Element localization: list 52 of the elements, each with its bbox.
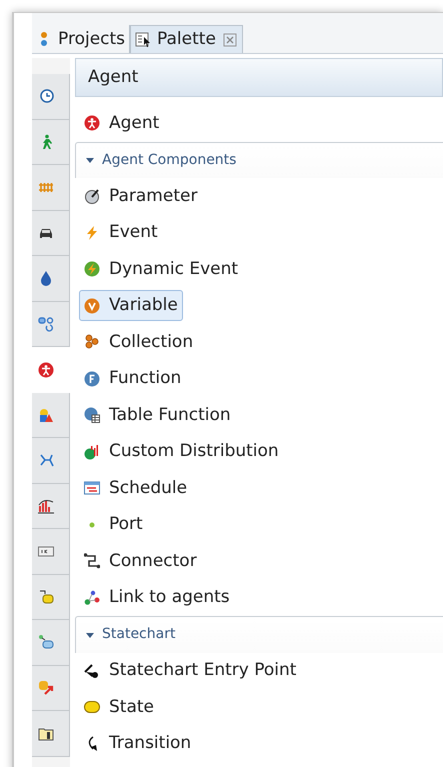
drop-icon: [38, 270, 54, 286]
state-icon: [84, 699, 100, 716]
close-icon[interactable]: [222, 32, 238, 48]
category-header[interactable]: Agent: [75, 58, 443, 97]
sidebar-button[interactable]: [32, 210, 70, 256]
panel-tab[interactable]: Palette: [130, 25, 243, 53]
agent-icon: [84, 115, 100, 132]
palette-item[interactable]: Parameter: [79, 180, 202, 212]
palette-icon: [135, 32, 152, 48]
palette-item[interactable]: Function: [79, 363, 186, 394]
palette-item[interactable]: Schedule: [79, 472, 192, 504]
palette-item[interactable]: Statechart Entry Point: [79, 655, 302, 686]
palette-item[interactable]: Table Function: [79, 400, 236, 431]
sidebar-button[interactable]: [32, 711, 70, 756]
palette-item[interactable]: Agent: [79, 108, 164, 139]
section-header[interactable]: Agent Components: [75, 142, 443, 178]
pipe-icon: [38, 316, 54, 332]
palette-item[interactable]: Port: [79, 509, 148, 540]
f-icon: [84, 370, 100, 387]
palette-item[interactable]: Connector: [79, 546, 202, 577]
gauge-icon: [84, 188, 100, 204]
rounded-shape-icon: [38, 588, 54, 605]
network-icon: [38, 452, 54, 468]
palette-item[interactable]: State: [79, 692, 159, 723]
agent-icon: [38, 362, 54, 378]
palette-item[interactable]: Dynamic Event: [79, 254, 244, 285]
palette-item[interactable]: Link to agents: [79, 582, 235, 614]
palette-item[interactable]: Event: [79, 217, 163, 248]
linked-shape-icon: [38, 634, 54, 650]
palette-item[interactable]: Transition: [79, 728, 196, 760]
link-dots-icon: [84, 590, 100, 606]
table-function-icon: [84, 407, 100, 424]
clock-icon: [38, 88, 54, 104]
expanded-caret-icon: [86, 156, 94, 164]
expanded-caret-icon: [86, 630, 94, 639]
palette-item[interactable]: Collection: [79, 326, 198, 358]
v-icon: [84, 298, 100, 314]
sidebar-button[interactable]: [32, 74, 70, 120]
state-arrow-icon: [38, 680, 54, 696]
connector-icon: [84, 553, 100, 570]
lightning-icon: [84, 224, 100, 241]
palette-item[interactable]: Variable: [79, 290, 183, 322]
bar-chart-icon: [38, 498, 54, 514]
distribution-icon: [84, 444, 100, 460]
entry-point-icon: [84, 662, 100, 679]
dots-icon: [84, 334, 100, 350]
palette-item[interactable]: Custom Distribution: [79, 436, 284, 468]
sidebar-button[interactable]: [32, 256, 70, 302]
lightning-icon: [84, 261, 100, 278]
section-header[interactable]: Statechart: [75, 616, 443, 652]
schedule-icon: [84, 480, 100, 496]
shapes-icon: [38, 406, 54, 423]
